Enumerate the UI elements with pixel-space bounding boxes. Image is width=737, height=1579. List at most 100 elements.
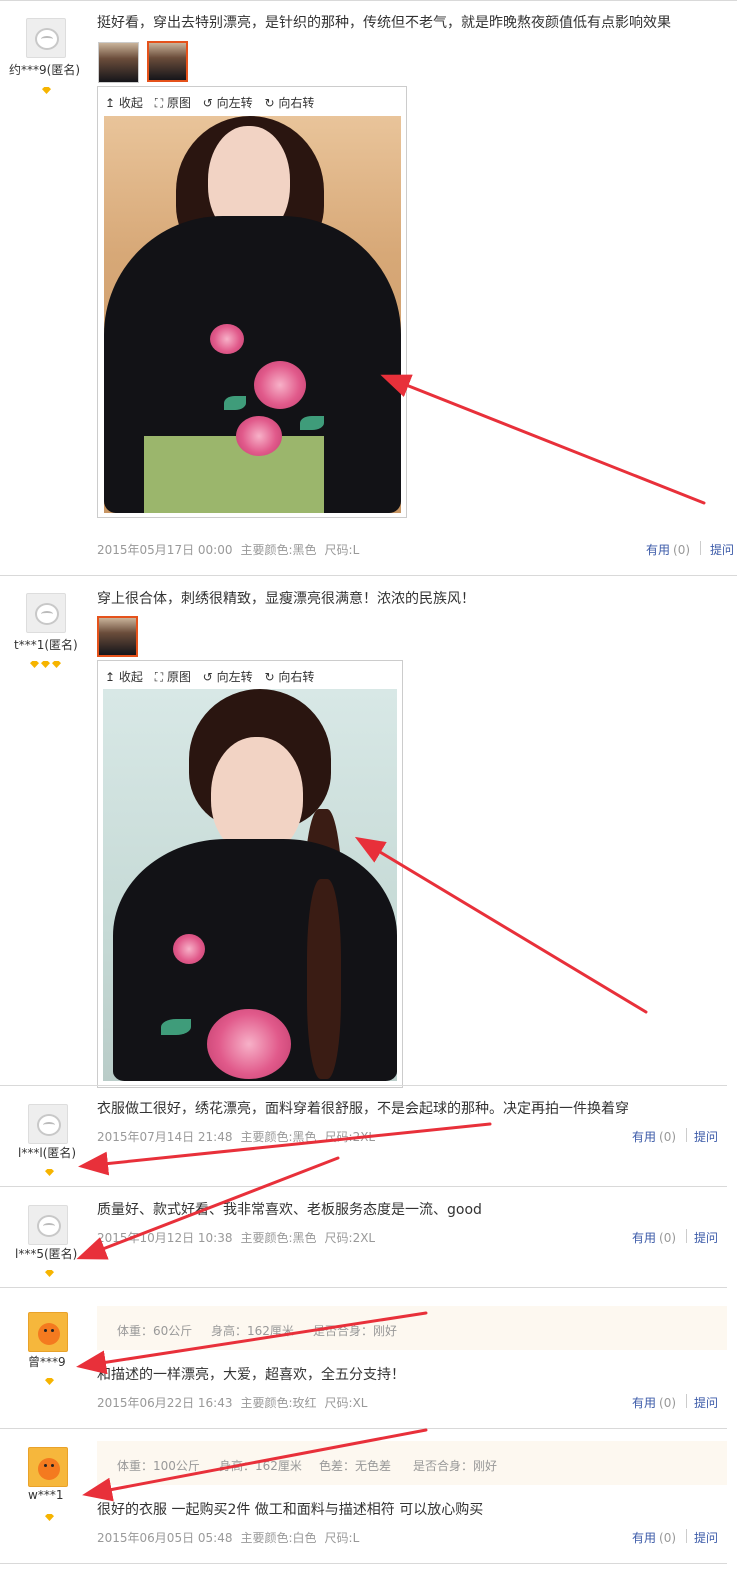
rotate-right-button[interactable]: ↻ 向右转	[265, 670, 315, 684]
useful-count: (0)	[673, 543, 691, 557]
rank-gems	[45, 1374, 56, 1385]
photo-viewer: ↥ 收起 ⛶ 原图 ↺ 向左转 ↻ 向右转	[97, 86, 407, 518]
viewer-toolbar: ↥ 收起 ⛶ 原图 ↺ 向左转 ↻ 向右转	[105, 668, 322, 685]
flower	[210, 324, 244, 354]
weight-info: 体重：60公斤	[117, 1324, 193, 1338]
flower	[173, 934, 205, 964]
review-divider	[0, 1563, 727, 1564]
fit-info: 是否合身：刚好	[413, 1459, 498, 1473]
review-color: 主要颜色:黑色	[240, 1231, 317, 1245]
height-info: 身高：162厘米	[211, 1324, 294, 1338]
photo-thumbnail[interactable]	[98, 42, 139, 83]
user-avatar[interactable]	[26, 593, 66, 633]
rotate-right-button[interactable]: ↻ 向右转	[265, 96, 315, 110]
review-text: 质量好、款式好看、我非常喜欢、老板服务态度是一流、good	[97, 1202, 482, 1218]
rank-gems	[30, 657, 63, 668]
rotate-left-button[interactable]: ↺ 向左转	[203, 96, 253, 110]
leaf	[300, 416, 324, 430]
useful-button[interactable]: 有用 (0)	[646, 541, 690, 558]
collapse-button[interactable]: ↥ 收起	[105, 670, 143, 684]
ask-button[interactable]: 提问	[694, 1229, 718, 1246]
photo-thumbnail-selected[interactable]	[147, 41, 188, 82]
user-avatar[interactable]	[28, 1104, 68, 1144]
diamond-icon	[30, 661, 39, 668]
useful-button[interactable]: 有用 (0)	[632, 1229, 676, 1246]
review-meta: 2015年06月22日 16:43 主要颜色:玫红 尺码:XL	[97, 1394, 375, 1411]
review-size: 尺码:L	[324, 543, 360, 557]
ask-button[interactable]: 提问	[694, 1394, 718, 1411]
original-button[interactable]: ⛶ 原图	[155, 96, 191, 110]
viewer-toolbar: ↥ 收起 ⛶ 原图 ↺ 向左转 ↻ 向右转	[105, 94, 322, 111]
review-photo[interactable]	[103, 689, 397, 1081]
collapse-button[interactable]: ↥ 收起	[105, 96, 143, 110]
review-text: 和描述的一样漂亮，大爱，超喜欢，全五分支持！	[97, 1367, 405, 1383]
rank-gems	[42, 83, 53, 94]
height-info: 身高：162厘米	[219, 1459, 302, 1473]
annotation-arrow	[380, 374, 706, 505]
username: w***1	[28, 1488, 64, 1502]
review-text: 穿上很合体，刺绣很精致，显瘦漂亮很满意！浓浓的民族风！	[97, 591, 475, 607]
useful-count: (0)	[659, 1396, 677, 1410]
diamond-icon	[42, 87, 51, 94]
review-size: 尺码:XL	[324, 1396, 368, 1410]
fit-info: 是否合身：刚好	[313, 1324, 398, 1338]
review-date: 2015年10月12日 10:38	[97, 1231, 233, 1245]
rotate-left-button[interactable]: ↺ 向左转	[203, 670, 253, 684]
review-date: 2015年06月05日 05:48	[97, 1531, 233, 1545]
diamond-icon	[45, 1169, 54, 1176]
review-date: 2015年06月22日 16:43	[97, 1396, 233, 1410]
username: t***1(匿名)	[14, 638, 78, 652]
useful-label: 有用	[632, 1130, 657, 1144]
photo-thumbnail-selected[interactable]	[97, 616, 138, 657]
green-skirt	[144, 436, 324, 513]
useful-button[interactable]: 有用 (0)	[632, 1529, 676, 1546]
diamond-icon	[45, 1514, 54, 1521]
username: 曾***9	[28, 1355, 66, 1369]
photo-viewer: ↥ 收起 ⛶ 原图 ↺ 向左转 ↻ 向右转	[97, 660, 403, 1088]
review-text: 衣服做工很好，绣花漂亮，面料穿着很舒服，不是会起球的那种。决定再拍一件换着穿	[97, 1101, 629, 1117]
review-divider	[0, 1428, 727, 1429]
leaf	[161, 1019, 191, 1035]
rank-gems	[45, 1266, 56, 1277]
username: 约***9(匿名)	[9, 63, 80, 77]
useful-count: (0)	[659, 1231, 677, 1245]
useful-label: 有用	[632, 1531, 657, 1545]
review-text: 很好的衣服 一起购买2件 做工和面料与描述相符 可以放心购买	[97, 1502, 484, 1518]
review-text: 挺好看，穿出去特别漂亮，是针织的那种，传统但不老气，就是昨晚熬夜颜值低有点影响效…	[97, 15, 671, 31]
useful-label: 有用	[646, 543, 671, 557]
original-button[interactable]: ⛶ 原图	[155, 670, 191, 684]
divider	[700, 541, 701, 555]
review-meta: 2015年10月12日 10:38 主要颜色:黑色 尺码:2XL	[97, 1229, 383, 1246]
user-avatar[interactable]	[28, 1205, 68, 1245]
useful-button[interactable]: 有用 (0)	[632, 1128, 676, 1145]
color-diff-info: 色差：无色差	[319, 1459, 392, 1473]
diamond-icon	[45, 1270, 54, 1277]
review-meta: 2015年06月05日 05:48 主要颜色:白色 尺码:L	[97, 1529, 367, 1546]
review-photo[interactable]	[104, 116, 401, 513]
useful-count: (0)	[659, 1531, 677, 1545]
ask-button[interactable]: 提问	[694, 1529, 718, 1546]
diamond-icon	[45, 1378, 54, 1385]
diamond-icon	[52, 661, 61, 668]
username: l***5(匿名)	[15, 1247, 78, 1261]
review-divider	[0, 575, 737, 576]
review-date: 2015年05月17日 00:00	[97, 543, 233, 557]
useful-button[interactable]: 有用 (0)	[632, 1394, 676, 1411]
useful-label: 有用	[632, 1396, 657, 1410]
review-size: 尺码:2XL	[324, 1130, 376, 1144]
review-meta: 2015年05月17日 00:00 主要颜色:黑色 尺码:L	[97, 541, 367, 558]
review-size: 尺码:2XL	[324, 1231, 376, 1245]
useful-count: (0)	[659, 1130, 677, 1144]
ask-button[interactable]: 提问	[710, 541, 734, 558]
user-avatar[interactable]	[28, 1447, 68, 1487]
user-avatar[interactable]	[26, 18, 66, 58]
buyer-info-bar: 体重：60公斤 身高：162厘米 是否合身：刚好	[97, 1306, 727, 1350]
rank-gems	[45, 1165, 56, 1176]
buyer-info-bar: 体重：100公斤 身高：162厘米 色差：无色差 是否合身：刚好	[97, 1441, 727, 1485]
divider	[686, 1394, 687, 1408]
top-divider	[0, 0, 737, 1]
user-avatar[interactable]	[28, 1312, 68, 1352]
ask-button[interactable]: 提问	[694, 1128, 718, 1145]
leaf	[224, 396, 246, 410]
review-color: 主要颜色:黑色	[240, 543, 317, 557]
